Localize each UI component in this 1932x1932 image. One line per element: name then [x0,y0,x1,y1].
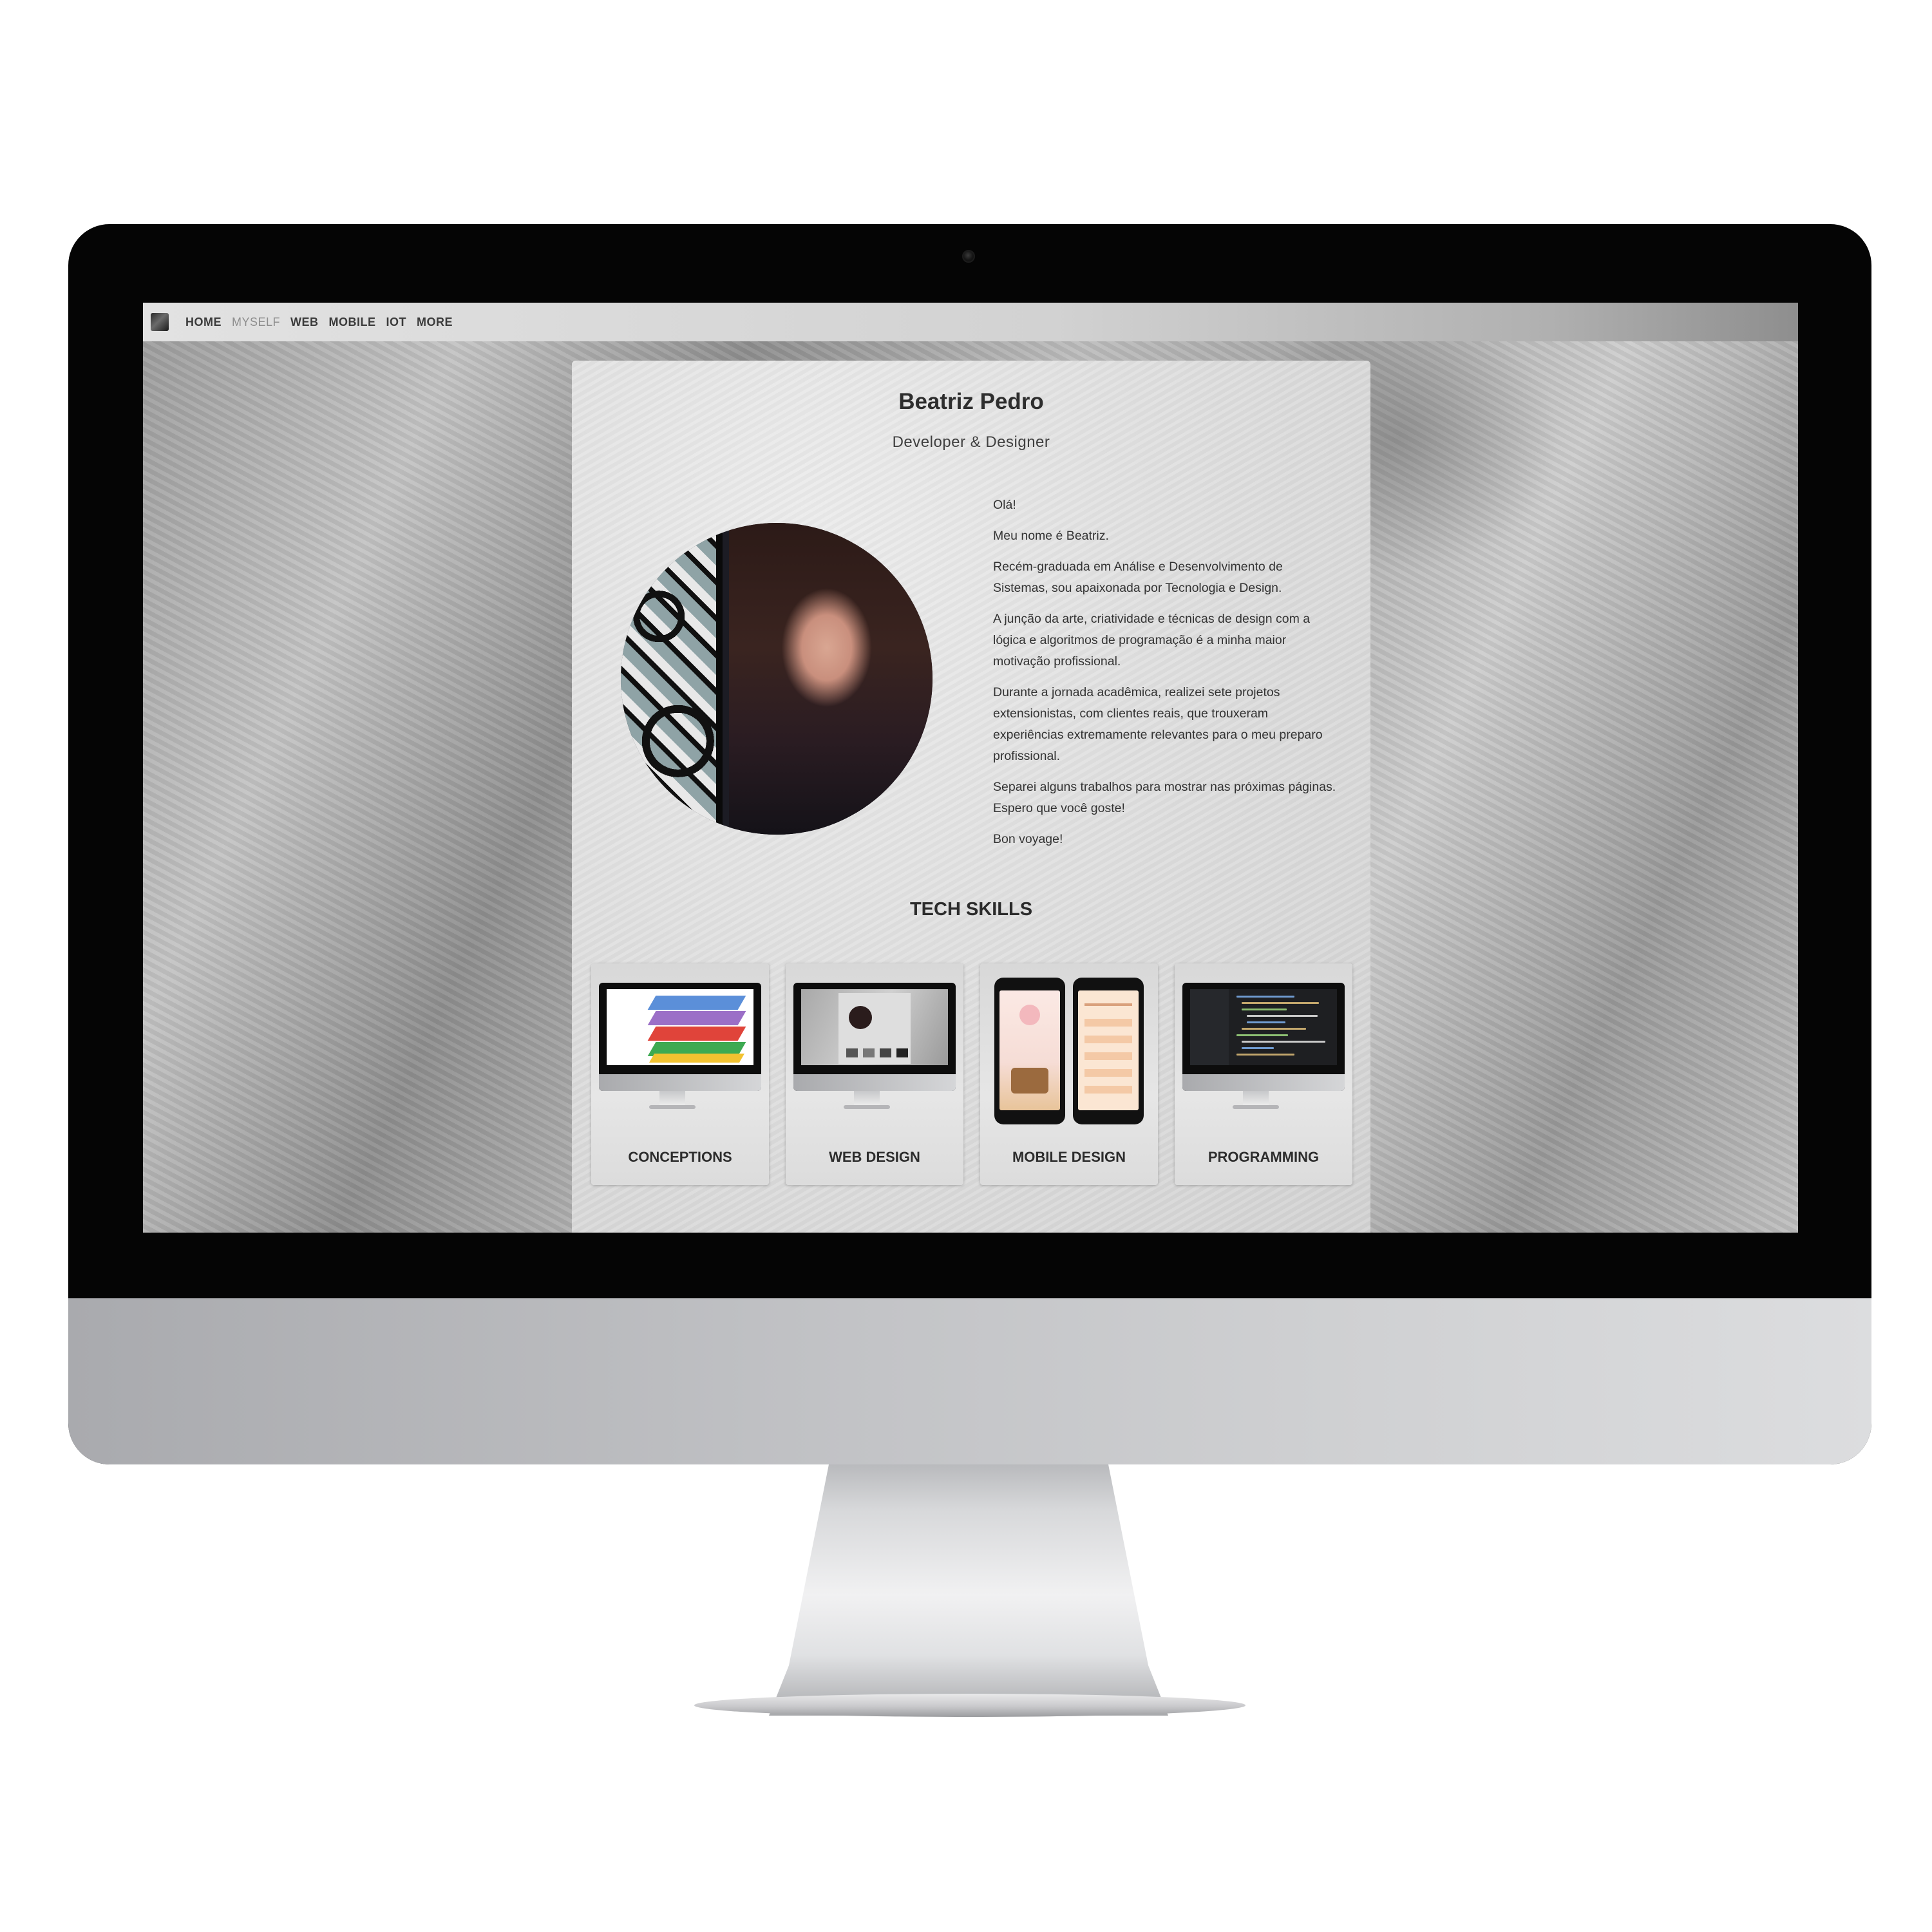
skill-tile-mobile-design[interactable]: MOBILE DESIGN [980,963,1158,1185]
bio-paragraph: Separei alguns trabalhos para mostrar na… [993,780,1336,815]
bio-paragraph: Durante a jornada acadêmica, realizei se… [993,685,1323,763]
thumbnail-stand [659,1091,685,1106]
phone-screen [1078,990,1139,1110]
bio-paragraph: Bon voyage! [993,832,1063,846]
phone-form-line [1084,1003,1132,1006]
thumbnail-mini-tile [896,1048,908,1057]
phone-screen [999,990,1060,1110]
bio-paragraph: A junção da arte, criatividade e técnica… [993,612,1311,668]
programming-thumbnail [1182,983,1345,1091]
code-line [1236,1034,1288,1036]
thumbnail-screen [1190,989,1337,1065]
phone-thumbnail [1073,978,1144,1124]
bio-paragraph: Recém-graduada em Análise e Desenvolvime… [993,560,1283,595]
camera-icon [962,250,975,263]
code-line [1242,1028,1306,1030]
thumbnail-base [649,1105,696,1109]
monitor-stand-base [694,1694,1245,1717]
bio-text: Olá! Meu nome é Beatriz. Recém-graduada … [993,495,1341,860]
phone-form-field [1084,1036,1132,1043]
nav-item-mobile[interactable]: MOBILE [329,316,376,329]
profile-name: Beatriz Pedro [898,389,1044,414]
profile-role: Developer & Designer [892,433,1050,451]
profile-photo [621,523,933,835]
phone-form-field [1084,1086,1132,1094]
thumbnail-mini-tile [846,1048,858,1057]
thumbnail-chin [1182,1074,1345,1091]
phone-form-field [1084,1069,1132,1077]
screen: HOME MYSELF WEB MOBILE IOT MORE Beatriz … [143,303,1798,1233]
thumbnail-stand [854,1091,880,1106]
nav-item-iot[interactable]: IOT [386,316,407,329]
code-line [1242,1047,1274,1049]
conceptions-thumbnail [599,983,761,1091]
thumbnail-chin [793,1074,956,1091]
monitor-chin [68,1298,1871,1464]
skill-tile-programming[interactable]: PROGRAMMING [1175,963,1352,1185]
phone-logo [1019,1005,1040,1025]
thumbnail-chin [599,1074,761,1091]
nav-item-more[interactable]: MORE [417,316,453,329]
web-design-thumbnail [793,983,956,1091]
code-line [1236,996,1294,998]
tile-label: PROGRAMMING [1208,1149,1320,1165]
bio-paragraph: Olá! [993,498,1016,512]
code-line [1247,1021,1285,1023]
layer-diagram-shape [647,996,746,1010]
layer-diagram-shape [649,1054,745,1063]
code-line [1242,1041,1325,1043]
tile-label: CONCEPTIONS [628,1149,732,1165]
nav-item-web[interactable]: WEB [290,316,319,329]
thumbnail-stand [1243,1091,1269,1106]
skill-tile-web-design[interactable]: WEB DESIGN [786,963,963,1185]
code-line [1236,1054,1294,1056]
tile-label: MOBILE DESIGN [1012,1149,1126,1165]
skill-tile-conceptions[interactable]: CONCEPTIONS [591,963,769,1185]
phone-product-image [1011,1068,1048,1094]
code-line [1242,1009,1287,1010]
tech-skills-title: TECH SKILLS [909,899,1033,920]
code-line [1247,1015,1318,1017]
code-line [1242,1002,1319,1004]
tile-label: WEB DESIGN [829,1149,920,1165]
nav-item-myself[interactable]: MYSELF [232,316,280,329]
bio-paragraph: Meu nome é Beatriz. [993,529,1109,543]
phone-form-field [1084,1019,1132,1027]
thumbnail-mini-tile [880,1048,891,1057]
layer-diagram-shape [647,1011,746,1025]
photo-artwork-background [621,523,723,835]
thumbnail-base [1233,1105,1279,1109]
monitor-stand [769,1464,1168,1716]
thumbnail-screen [801,989,948,1065]
profile-card: Beatriz Pedro Developer & Designer Olá! … [572,361,1370,1233]
thumbnail-base [844,1105,890,1109]
nav-item-home[interactable]: HOME [185,316,222,329]
thumbnail-screen [607,989,753,1065]
photo-person [729,523,933,835]
layer-diagram-shape [647,1027,746,1041]
code-sidebar [1190,989,1229,1065]
top-navbar: HOME MYSELF WEB MOBILE IOT MORE [143,303,1798,341]
thumbnail-avatar [849,1006,872,1029]
avatar-icon[interactable] [151,313,169,331]
phone-thumbnail [994,978,1065,1124]
phone-form-field [1084,1052,1132,1060]
thumbnail-mini-tile [863,1048,875,1057]
